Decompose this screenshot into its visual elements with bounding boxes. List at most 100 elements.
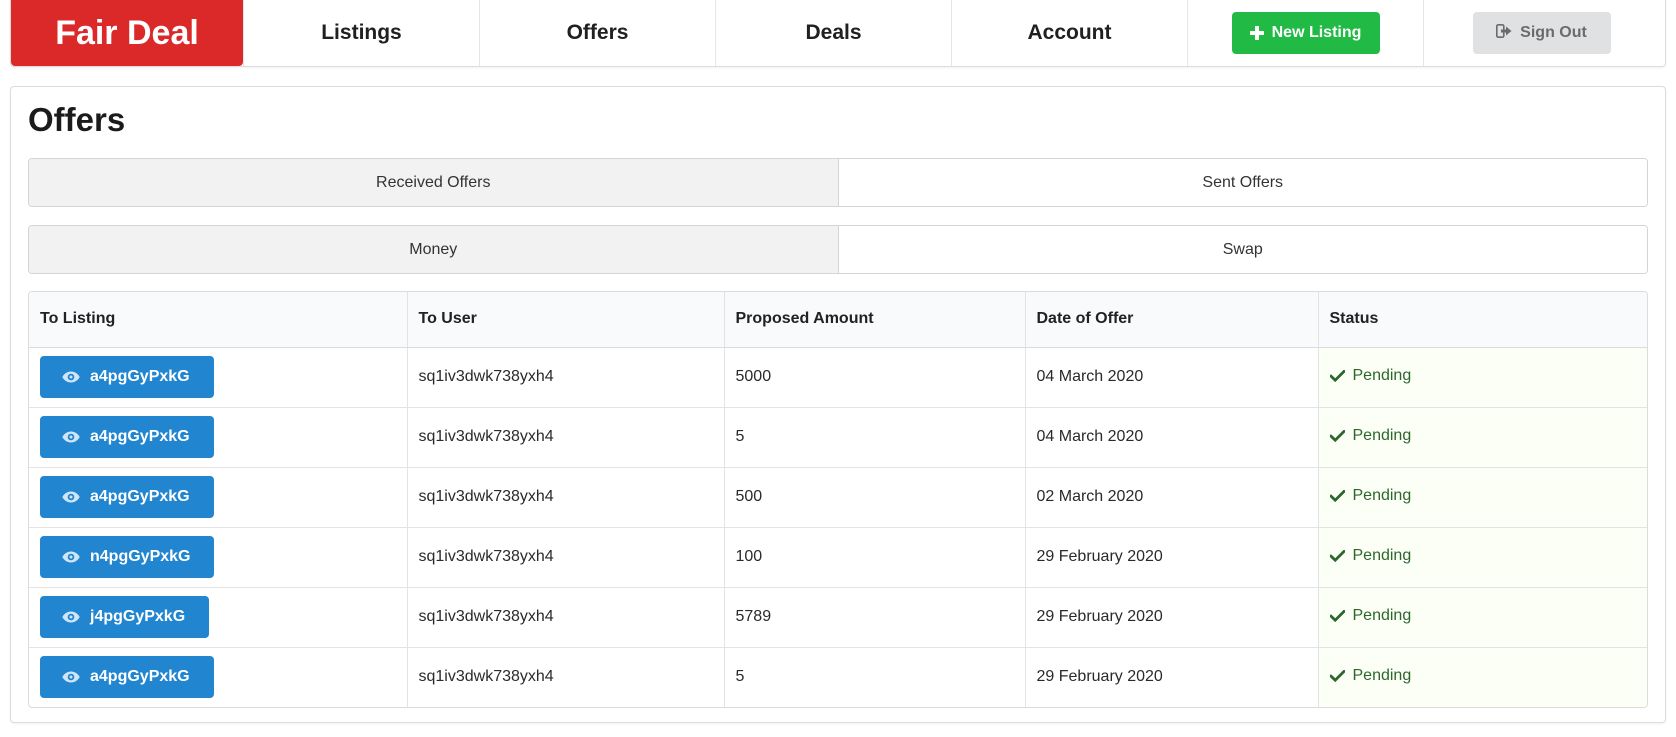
listing-cell: a4pgGyPxkG: [29, 347, 407, 408]
status-text: Pending: [1352, 427, 1412, 444]
offer-type-toggle: Money Swap: [28, 225, 1648, 274]
nav-deals[interactable]: Deals: [715, 0, 951, 66]
status-text: Pending: [1352, 607, 1412, 624]
listing-cell: a4pgGyPxkG: [29, 467, 407, 528]
amount-cell: 5: [723, 407, 1025, 468]
eye-icon: [62, 611, 80, 623]
check-icon: [1329, 670, 1345, 683]
check-icon: [1329, 610, 1345, 622]
date-cell: 04 March 2020: [1024, 347, 1318, 408]
amount-cell: 5789: [723, 587, 1025, 648]
plus-icon: [1249, 22, 1264, 44]
status-text: Pending: [1352, 487, 1412, 504]
eye-icon: [62, 671, 80, 683]
table-header-row: To Listing To User Proposed Amount Date …: [29, 292, 1647, 348]
eye-icon: [62, 371, 80, 383]
eye-icon: [62, 551, 80, 563]
header-proposed-amount[interactable]: Proposed Amount: [723, 292, 1025, 348]
status-text: Pending: [1352, 367, 1412, 384]
date-cell: 04 March 2020: [1024, 407, 1318, 468]
table-row: n4pgGyPxkG sq1iv3dwk738yxh4 100 29 Febru…: [29, 527, 1647, 588]
header-to-listing[interactable]: To Listing: [29, 292, 407, 348]
top-nav: Fair Deal Listings Offers Deals Account …: [10, 0, 1666, 67]
offers-table: To Listing To User Proposed Amount Date …: [29, 292, 1647, 707]
listing-id: j4pgGyPxkG: [90, 608, 186, 625]
view-listing-button[interactable]: j4pgGyPxkG: [40, 596, 210, 638]
table-row: j4pgGyPxkG sq1iv3dwk738yxh4 5789 29 Febr…: [29, 587, 1647, 648]
listing-id: a4pgGyPxkG: [90, 488, 190, 505]
table-body: a4pgGyPxkG sq1iv3dwk738yxh4 5000 04 Marc…: [29, 347, 1647, 707]
user-cell: sq1iv3dwk738yxh4: [406, 647, 724, 707]
status-text: Pending: [1352, 547, 1412, 564]
amount-cell: 5000: [723, 347, 1025, 408]
nav-account[interactable]: Account: [951, 0, 1187, 66]
status-badge: Pending: [1329, 487, 1412, 505]
new-listing-button[interactable]: New Listing: [1231, 12, 1380, 54]
new-listing-cell: New Listing: [1187, 0, 1423, 66]
status-cell: Pending: [1317, 527, 1647, 588]
listing-id: a4pgGyPxkG: [90, 368, 190, 385]
tab-swap[interactable]: Swap: [838, 226, 1647, 273]
listing-id: n4pgGyPxkG: [90, 548, 191, 565]
status-badge: Pending: [1329, 667, 1412, 685]
sign-out-label: Sign Out: [1520, 24, 1587, 41]
listing-id: a4pgGyPxkG: [90, 668, 190, 686]
date-cell: 29 February 2020: [1024, 647, 1318, 707]
brand-logo[interactable]: Fair Deal: [11, 0, 243, 66]
table-row: a4pgGyPxkG sq1iv3dwk738yxh4 5 29 Februar…: [29, 647, 1647, 707]
listing-cell: a4pgGyPxkG: [29, 407, 407, 468]
view-listing-button[interactable]: n4pgGyPxkG: [40, 536, 215, 578]
header-status[interactable]: Status: [1317, 292, 1647, 348]
tab-received-offers[interactable]: Received Offers: [29, 159, 839, 206]
eye-icon: [62, 431, 80, 443]
offer-direction-toggle: Received Offers Sent Offers: [28, 158, 1648, 207]
eye-icon: [62, 491, 80, 503]
view-listing-button[interactable]: a4pgGyPxkG: [40, 476, 214, 518]
page-title: Offers: [28, 101, 126, 138]
tab-sent-offers[interactable]: Sent Offers: [838, 159, 1647, 206]
offers-table-wrapper: To Listing To User Proposed Amount Date …: [28, 291, 1648, 708]
amount-cell: 5: [723, 647, 1025, 707]
status-badge: Pending: [1329, 607, 1412, 625]
check-icon: [1329, 550, 1345, 562]
status-cell: Pending: [1317, 587, 1647, 648]
table-row: a4pgGyPxkG sq1iv3dwk738yxh4 5 04 March 2…: [29, 407, 1647, 468]
date-cell: 29 February 2020: [1024, 527, 1318, 588]
view-listing-button[interactable]: a4pgGyPxkG: [40, 656, 214, 699]
listing-id: a4pgGyPxkG: [90, 428, 190, 445]
tab-money[interactable]: Money: [29, 226, 839, 273]
amount-cell: 100: [723, 527, 1025, 588]
table-row: a4pgGyPxkG sq1iv3dwk738yxh4 500 02 March…: [29, 467, 1647, 528]
new-listing-label: New Listing: [1271, 24, 1362, 41]
listing-cell: j4pgGyPxkG: [29, 587, 407, 648]
amount-cell: 500: [723, 467, 1025, 528]
check-icon: [1329, 430, 1345, 442]
status-badge: Pending: [1329, 547, 1412, 565]
sign-out-button[interactable]: Sign Out: [1472, 12, 1611, 54]
check-icon: [1329, 370, 1345, 382]
nav-listings[interactable]: Listings: [243, 0, 479, 66]
status-badge: Pending: [1329, 427, 1412, 445]
status-badge: Pending: [1329, 367, 1412, 385]
date-cell: 29 February 2020: [1024, 587, 1318, 648]
status-text: Pending: [1352, 667, 1412, 685]
sign-out-cell: Sign Out: [1423, 0, 1659, 66]
listing-cell: a4pgGyPxkG: [29, 647, 407, 707]
view-listing-button[interactable]: a4pgGyPxkG: [40, 416, 214, 458]
listing-cell: n4pgGyPxkG: [29, 527, 407, 588]
table-row: a4pgGyPxkG sq1iv3dwk738yxh4 5000 04 Marc…: [29, 347, 1647, 408]
nav-offers[interactable]: Offers: [479, 0, 715, 66]
user-cell: sq1iv3dwk738yxh4: [406, 347, 724, 408]
user-cell: sq1iv3dwk738yxh4: [406, 467, 724, 528]
status-cell: Pending: [1317, 467, 1647, 528]
user-cell: sq1iv3dwk738yxh4: [406, 527, 724, 588]
check-icon: [1329, 490, 1345, 502]
header-to-user[interactable]: To User: [406, 292, 724, 348]
view-listing-button[interactable]: a4pgGyPxkG: [40, 356, 214, 398]
header-date-of-offer[interactable]: Date of Offer: [1024, 292, 1318, 348]
user-cell: sq1iv3dwk738yxh4: [406, 407, 724, 468]
user-cell: sq1iv3dwk738yxh4: [406, 587, 724, 648]
date-cell: 02 March 2020: [1024, 467, 1318, 528]
status-cell: Pending: [1317, 347, 1647, 408]
offers-panel: Offers Received Offers Sent Offers Money…: [10, 86, 1666, 723]
